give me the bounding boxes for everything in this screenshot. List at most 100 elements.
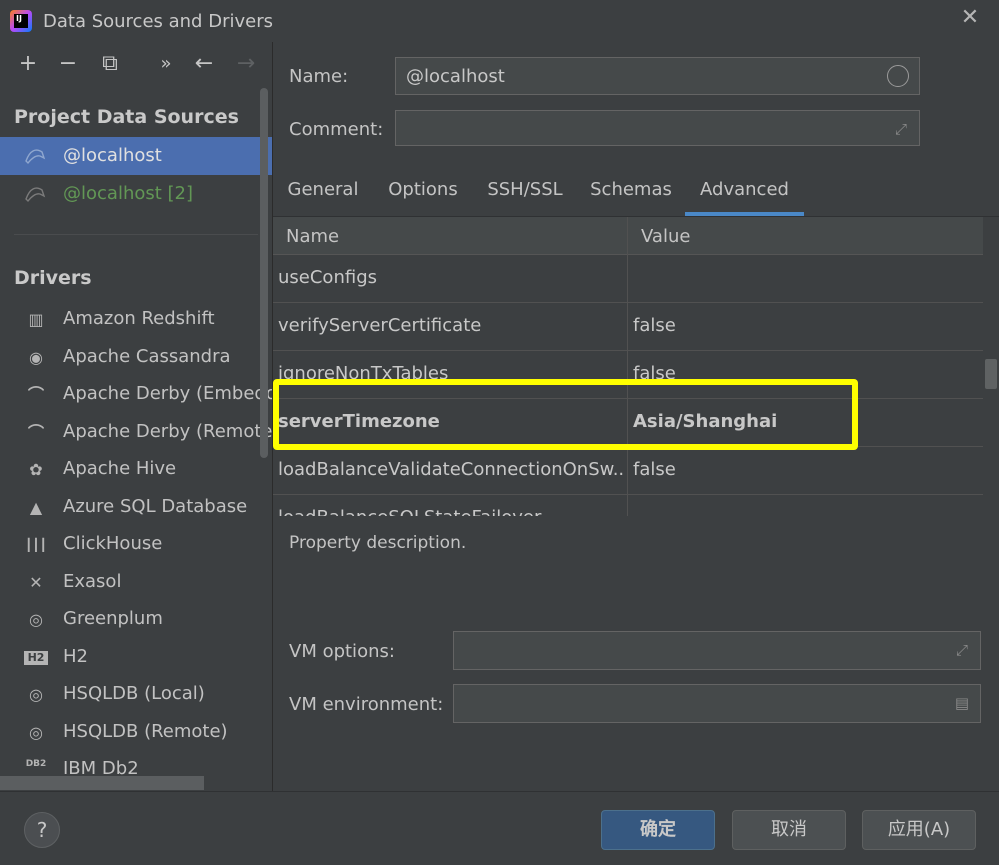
greenplum-icon: ◎ — [29, 610, 43, 629]
driver-label: Apache Cassandra — [63, 346, 231, 367]
hive-icon: ✿ — [29, 460, 43, 479]
back-arrow-icon[interactable]: ← — [190, 50, 218, 78]
driver-label: Apache Derby (Embedded) — [63, 383, 307, 404]
property-name: loadBalanceSQLStateFailover — [278, 507, 623, 516]
h2-icon: H2 — [24, 651, 48, 665]
clickhouse-icon: ┃┃┃ — [25, 538, 47, 552]
driver-label: Exasol — [63, 571, 122, 592]
properties-table: Name Value useConfigs verifyServerCertif… — [273, 216, 999, 516]
tab-options[interactable]: Options — [381, 166, 465, 216]
driver-item[interactable]: H2 H2 — [0, 639, 272, 676]
name-value: @localhost — [406, 66, 505, 87]
derby-icon: ⌒ — [27, 385, 44, 404]
driver-label: Azure SQL Database — [63, 496, 248, 517]
driver-label: ClickHouse — [63, 533, 163, 554]
ok-button[interactable]: 确定 — [601, 810, 715, 850]
table-row[interactable]: loadBalanceValidateConnectionOnSw... fal… — [273, 447, 983, 495]
remove-icon[interactable]: − — [54, 50, 82, 78]
expand-icon[interactable]: ⤢ — [952, 640, 972, 660]
property-value[interactable]: false — [633, 459, 676, 480]
add-icon[interactable]: + — [14, 50, 42, 78]
document-icon[interactable]: ▤ — [952, 693, 972, 713]
driver-label: Amazon Redshift — [63, 308, 215, 329]
sidebar-vertical-scrollbar[interactable] — [260, 88, 268, 458]
driver-item[interactable]: ⌒ Apache Derby (Embedded) — [0, 376, 307, 413]
driver-item[interactable]: ◎ HSQLDB (Remote) — [0, 714, 272, 751]
exasol-icon: ✕ — [29, 573, 43, 592]
driver-item[interactable]: ✿ Apache Hive — [0, 451, 272, 488]
drivers-header: Drivers — [14, 267, 92, 289]
left-panel: + − ⧉ » ← → Project Data Sources @localh… — [0, 42, 307, 791]
property-name: ignoreNonTxTables — [278, 363, 449, 384]
sidebar-horizontal-scrollbar[interactable] — [0, 776, 204, 790]
property-value[interactable]: false — [633, 363, 676, 384]
cassandra-icon: ◉ — [29, 348, 43, 367]
expand-icon[interactable]: ⤢ — [891, 119, 911, 139]
close-icon[interactable]: ✕ — [958, 6, 982, 30]
vm-environment-field[interactable]: ▤ — [453, 684, 981, 723]
property-name: serverTimezone — [278, 411, 440, 432]
comment-label: Comment: — [289, 119, 384, 140]
column-header-name[interactable]: Name — [286, 226, 339, 247]
tab-ssh-ssl[interactable]: SSH/SSL — [483, 166, 567, 216]
column-divider[interactable] — [627, 217, 628, 516]
window-title: Data Sources and Drivers — [43, 11, 273, 32]
driver-item[interactable]: ◎ Greenplum — [0, 601, 272, 638]
driver-item[interactable]: ◎ HSQLDB (Local) — [0, 676, 272, 713]
mysql-dolphin-icon — [25, 149, 46, 165]
data-source-item[interactable]: @localhost [2] — [0, 175, 272, 213]
table-scrollbar-thumb[interactable] — [985, 359, 997, 389]
vm-options-label: VM options: — [289, 641, 395, 662]
intellij-logo-icon: IJ — [10, 10, 32, 32]
hsqldb-icon: ◎ — [29, 685, 43, 704]
table-row[interactable]: useConfigs — [273, 255, 983, 303]
project-data-sources-header: Project Data Sources — [14, 106, 239, 128]
driver-label: Apache Hive — [63, 458, 177, 479]
property-description: Property description. — [289, 533, 467, 553]
data-source-label: @localhost [2] — [63, 183, 194, 204]
mysql-dolphin-icon — [25, 187, 46, 203]
tab-general[interactable]: General — [285, 166, 361, 216]
cancel-button[interactable]: 取消 — [732, 810, 846, 850]
derby-icon: ⌒ — [27, 423, 44, 442]
status-circle-icon — [887, 65, 909, 87]
right-panel: Name: @localhost Comment: ⤢ General Opti… — [273, 42, 999, 791]
driver-item[interactable]: ▲ Azure SQL Database — [0, 489, 272, 526]
driver-label: HSQLDB (Local) — [63, 683, 205, 704]
property-name: useConfigs — [278, 267, 377, 288]
redshift-icon: ▥ — [28, 310, 44, 329]
table-row[interactable]: verifyServerCertificate false — [273, 303, 983, 351]
duplicate-icon[interactable]: ⧉ — [96, 50, 124, 78]
table-row[interactable]: ignoreNonTxTables false — [273, 351, 983, 399]
vm-options-field[interactable]: ⤢ — [453, 631, 981, 670]
driver-item[interactable]: ⌒ Apache Derby (Remote) — [0, 414, 280, 451]
driver-label: H2 — [63, 646, 88, 667]
comment-field[interactable]: ⤢ — [395, 110, 920, 146]
data-source-item[interactable]: @localhost — [0, 137, 272, 175]
property-name: loadBalanceValidateConnectionOnSw... — [278, 459, 623, 480]
hsqldb-icon: ◎ — [29, 723, 43, 742]
driver-label: Apache Derby (Remote) — [63, 421, 280, 442]
more-icon[interactable]: » — [152, 50, 180, 78]
forward-arrow-icon: → — [236, 51, 256, 76]
help-button[interactable]: ? — [24, 812, 60, 848]
name-field[interactable]: @localhost — [395, 57, 920, 95]
tab-advanced[interactable]: Advanced — [685, 166, 804, 216]
tab-schemas[interactable]: Schemas — [587, 166, 675, 216]
driver-label: HSQLDB (Remote) — [63, 721, 228, 742]
title-bar: IJ Data Sources and Drivers ✕ — [0, 0, 999, 42]
driver-item[interactable]: ✕ Exasol — [0, 564, 272, 601]
left-toolbar: + − ⧉ » ← → — [0, 42, 272, 86]
azure-icon: ▲ — [29, 498, 43, 517]
driver-item[interactable]: ◉ Apache Cassandra — [0, 339, 272, 376]
property-value[interactable]: Asia/Shanghai — [633, 411, 777, 432]
driver-item[interactable]: ▥ Amazon Redshift — [0, 301, 272, 338]
column-header-value[interactable]: Value — [641, 226, 690, 247]
driver-item[interactable]: ┃┃┃ ClickHouse — [0, 526, 272, 563]
apply-button[interactable]: 应用(A) — [862, 810, 976, 850]
property-value[interactable]: false — [633, 315, 676, 336]
property-name: verifyServerCertificate — [278, 315, 482, 336]
table-row[interactable]: loadBalanceSQLStateFailover — [273, 495, 983, 516]
vm-environment-label: VM environment: — [289, 694, 444, 715]
table-row[interactable]: serverTimezone Asia/Shanghai — [273, 399, 983, 447]
